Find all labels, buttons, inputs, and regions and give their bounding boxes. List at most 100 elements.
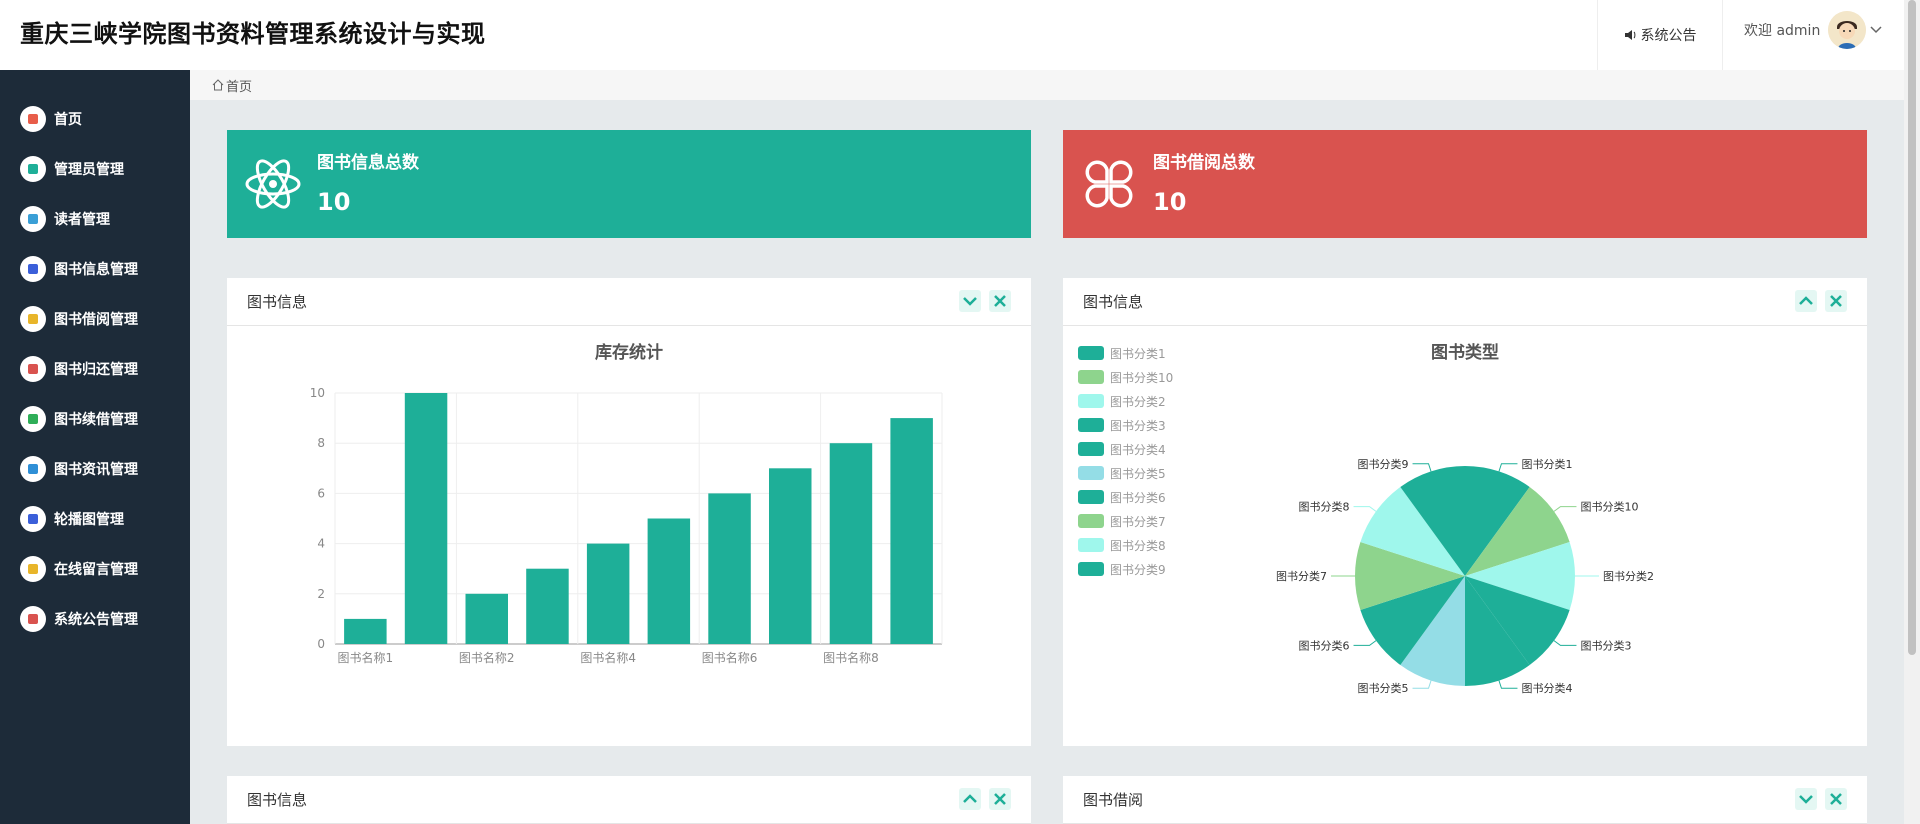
book-total-value: 10 bbox=[317, 188, 351, 216]
chevron-down-icon bbox=[963, 297, 977, 306]
slice-label: 图书分类5 bbox=[1358, 681, 1409, 695]
sidebar-item-label: 图书续借管理 bbox=[54, 412, 138, 428]
label-line bbox=[1412, 463, 1432, 472]
bar[interactable] bbox=[404, 393, 448, 644]
book-total-title: 图书信息总数 bbox=[317, 153, 419, 173]
sidebar-item-3[interactable]: 读者管理 bbox=[0, 194, 190, 244]
pie-chart-panel: 图书信息 图书分类1 图书分类10 图书分类2 图书分类3 图书分类4 图书分类5 图书分类… bbox=[1063, 278, 1867, 746]
home-icon bbox=[212, 79, 224, 91]
bottom-right-panel: 图书借阅 bbox=[1063, 776, 1867, 824]
bar[interactable] bbox=[890, 418, 933, 644]
message-icon bbox=[20, 556, 46, 582]
y-tick-label: 6 bbox=[317, 486, 325, 500]
y-tick-label: 10 bbox=[310, 386, 325, 400]
close-button[interactable] bbox=[1825, 290, 1847, 312]
app-title: 重庆三峡学院图书资料管理系统设计与实现 bbox=[20, 20, 486, 48]
slice-label: 图书分类4 bbox=[1521, 681, 1572, 695]
collapse-button[interactable] bbox=[1795, 788, 1817, 810]
sidebar-item-10[interactable]: 在线留言管理 bbox=[0, 544, 190, 594]
x-tick-label: 图书名称6 bbox=[702, 650, 758, 665]
sidebar-item-6[interactable]: 图书归还管理 bbox=[0, 344, 190, 394]
sidebar-item-label: 读者管理 bbox=[54, 212, 110, 228]
sidebar-item-label: 管理员管理 bbox=[54, 162, 124, 178]
bar[interactable] bbox=[344, 618, 387, 644]
y-tick-label: 2 bbox=[317, 587, 325, 601]
system-notice-label: 系统公告 bbox=[1640, 28, 1697, 44]
sidebar-item-1[interactable]: 首页 bbox=[0, 94, 190, 144]
sidebar-item-label: 系统公告管理 bbox=[54, 612, 138, 628]
bar-chart: 0 2 4 6 8 10 图书名称1 图书名称2 图书名称4 图书名称6 图书名称8 bbox=[310, 386, 943, 665]
breadcrumb-home[interactable]: 首页 bbox=[226, 76, 252, 95]
label-line bbox=[1553, 640, 1577, 646]
y-tick-label: 0 bbox=[317, 637, 325, 651]
close-button[interactable] bbox=[989, 788, 1011, 810]
clover-icon bbox=[1085, 160, 1133, 208]
panel-title: 图书信息 bbox=[1083, 293, 1144, 311]
slice-label: 图书分类9 bbox=[1358, 457, 1409, 471]
reader-icon bbox=[20, 206, 46, 232]
sidebar-item-11[interactable]: 系统公告管理 bbox=[0, 594, 190, 644]
x-tick-label: 图书名称2 bbox=[459, 650, 515, 665]
x-tick-label: 图书名称4 bbox=[580, 650, 636, 665]
close-icon bbox=[994, 793, 1006, 805]
home-icon bbox=[20, 106, 46, 132]
panel-title: 图书信息 bbox=[247, 791, 308, 809]
bar[interactable] bbox=[829, 443, 873, 644]
sidebar-item-label: 首页 bbox=[54, 112, 82, 128]
sidebar-item-label: 图书信息管理 bbox=[54, 262, 138, 278]
news-icon bbox=[20, 456, 46, 482]
breadcrumb: 首页 bbox=[190, 70, 1904, 100]
label-line bbox=[1412, 680, 1432, 689]
chevron-down-icon bbox=[1799, 795, 1813, 804]
slice-label: 图书分类10 bbox=[1580, 500, 1638, 514]
sidebar-item-5[interactable]: 图书借阅管理 bbox=[0, 294, 190, 344]
x-tick-label: 图书名称8 bbox=[823, 650, 879, 665]
chevron-up-icon bbox=[963, 794, 977, 803]
announcement-icon bbox=[20, 606, 46, 632]
avatar[interactable] bbox=[1828, 11, 1867, 49]
slice-label: 图书分类1 bbox=[1521, 457, 1572, 471]
label-line bbox=[1353, 506, 1377, 512]
bottom-left-panel: 图书信息 bbox=[227, 776, 1031, 824]
bar[interactable] bbox=[465, 593, 508, 644]
expand-button[interactable] bbox=[1795, 290, 1817, 312]
top-header: 重庆三峡学院图书资料管理系统设计与实现 系统公告 欢迎 admin bbox=[0, 0, 1904, 70]
y-tick-label: 4 bbox=[317, 537, 325, 551]
borrow-icon bbox=[20, 306, 46, 332]
bar[interactable] bbox=[769, 468, 812, 644]
welcome-text: 欢迎 admin bbox=[1744, 23, 1821, 39]
scrollbar-thumb[interactable] bbox=[1908, 0, 1916, 655]
slice-label: 图书分类6 bbox=[1299, 638, 1350, 652]
expand-button[interactable] bbox=[959, 788, 981, 810]
sidebar-item-4[interactable]: 图书信息管理 bbox=[0, 244, 190, 294]
collapse-button[interactable] bbox=[959, 290, 981, 312]
chevron-down-icon[interactable] bbox=[1870, 26, 1882, 34]
system-notice-button[interactable]: 系统公告 bbox=[1597, 0, 1723, 70]
return-icon bbox=[20, 356, 46, 382]
close-icon bbox=[1830, 295, 1842, 307]
page-scrollbar[interactable] bbox=[1904, 0, 1920, 824]
close-button[interactable] bbox=[1825, 788, 1847, 810]
carousel-icon bbox=[20, 506, 46, 532]
sidebar-item-7[interactable]: 图书续借管理 bbox=[0, 394, 190, 444]
y-tick-label: 8 bbox=[317, 436, 325, 450]
sidebar-item-8[interactable]: 图书资讯管理 bbox=[0, 444, 190, 494]
label-line bbox=[1498, 463, 1518, 472]
sidebar-item-9[interactable]: 轮播图管理 bbox=[0, 494, 190, 544]
sidebar: 首页管理员管理读者管理图书信息管理图书借阅管理 图书归还管理图书续借管理图书资讯管… bbox=[0, 70, 190, 824]
close-button[interactable] bbox=[989, 290, 1011, 312]
sidebar-item-2[interactable]: 管理员管理 bbox=[0, 144, 190, 194]
borrow-total-title: 图书借阅总数 bbox=[1153, 153, 1255, 173]
pie-chart: 图书分类1 图书分类10 图书分类2 图书分类3 图书分类4 图书分类5 图书分类6 图书分类… bbox=[1276, 457, 1654, 695]
sidebar-item-label: 在线留言管理 bbox=[54, 562, 138, 578]
atom-icon bbox=[245, 159, 301, 209]
bar[interactable] bbox=[526, 568, 569, 644]
bar[interactable] bbox=[708, 493, 751, 644]
bar[interactable] bbox=[647, 518, 691, 645]
slice-label: 图书分类7 bbox=[1276, 569, 1327, 583]
user-menu[interactable]: 欢迎 admin bbox=[1744, 10, 1882, 50]
label-line bbox=[1553, 506, 1577, 512]
slice-label: 图书分类2 bbox=[1603, 569, 1654, 583]
bar[interactable] bbox=[586, 543, 630, 644]
borrow-total-value: 10 bbox=[1153, 188, 1187, 216]
